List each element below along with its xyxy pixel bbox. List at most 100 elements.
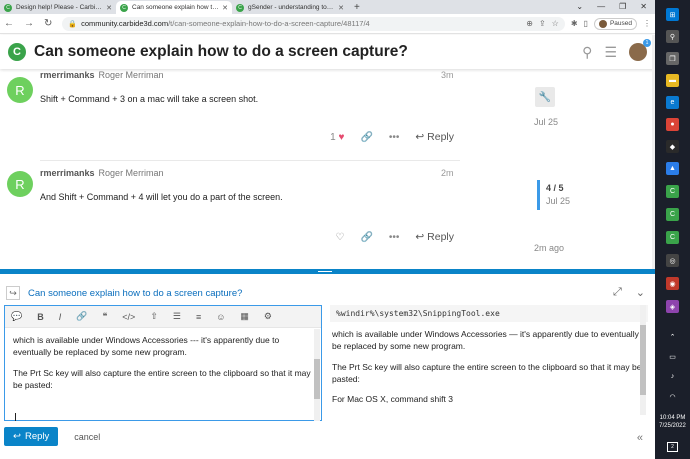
zoom-icon[interactable]: ⊕ [526, 19, 533, 28]
minimize-icon[interactable]: — [597, 2, 605, 11]
browser-tab-gsender[interactable]: C gSender - understanding tool m ✕ [232, 1, 348, 14]
notification-center-icon[interactable]: 2 [667, 442, 678, 452]
calendar-icon[interactable]: ▦ [240, 311, 249, 322]
scrollbar-thumb[interactable] [314, 359, 320, 399]
scrollbar-thumb[interactable] [640, 325, 646, 395]
link-icon[interactable]: 🔗 [360, 232, 372, 243]
forward-arrow-icon[interactable]: → [24, 18, 34, 29]
post-body: And Shift + Command + 4 will let you do … [40, 192, 283, 202]
taskbar-clock[interactable]: 10:04 PM 7/25/2022 [657, 414, 688, 431]
browser-tab-screen-capture[interactable]: C Can someone explain how to do ✕ [116, 1, 232, 14]
task-view-icon[interactable]: ❐ [666, 52, 679, 65]
bookmark-star-icon[interactable]: ☆ [552, 19, 559, 28]
timeline-end[interactable]: 2m ago [534, 243, 564, 253]
reload-icon[interactable]: ↻ [44, 18, 52, 29]
user-avatar[interactable]: 1 [629, 39, 651, 61]
carbide-icon[interactable]: C [666, 208, 679, 221]
wifi-icon[interactable]: ◠ [666, 390, 679, 403]
cancel-button[interactable]: cancel [74, 432, 100, 442]
preview-scrollbar[interactable] [640, 305, 646, 415]
app-icon[interactable]: ◈ [666, 300, 679, 313]
more-icon[interactable]: ••• [389, 132, 400, 143]
side-panel-icon[interactable]: ▯ [584, 19, 588, 28]
app-icon[interactable]: ◎ [666, 254, 679, 267]
numbered-list-icon[interactable]: ≡ [196, 312, 201, 322]
more-icon[interactable]: ••• [389, 232, 400, 243]
heart-icon[interactable]: ♡ [335, 232, 344, 243]
code-icon[interactable]: </> [122, 312, 135, 322]
like-count: 1 [330, 131, 336, 143]
app-icon[interactable]: ◆ [666, 140, 679, 153]
app-icon[interactable]: ▲ [666, 162, 679, 175]
avatar[interactable]: R [7, 77, 33, 103]
close-icon[interactable]: ✕ [338, 4, 344, 12]
quote-icon[interactable]: ❝ [102, 311, 107, 322]
editor-textarea[interactable]: which is available under Windows Accesso… [5, 328, 321, 405]
post-3: R rmerrimanks Roger Merriman 3m Shift + C… [0, 69, 460, 159]
hide-preview-icon[interactable]: « [637, 432, 643, 444]
like-button[interactable]: 1 ♥ [330, 132, 344, 143]
italic-icon[interactable]: I [59, 312, 62, 322]
tab-label: Can someone explain how to do [132, 4, 220, 11]
browser-tab-strip: C Design help! Please - Carbide 3D ✕ C C… [0, 0, 655, 14]
chrome-icon[interactable]: ● [666, 118, 679, 131]
reply-label: Reply [427, 131, 454, 143]
hamburger-menu-icon[interactable]: ☰ [604, 44, 617, 61]
reply-label: Reply [427, 231, 454, 243]
windows-start-icon[interactable]: ⊞ [666, 8, 679, 21]
editor-scrollbar[interactable] [314, 329, 320, 421]
back-arrow-icon[interactable]: ← [4, 18, 14, 29]
composer-topic-link[interactable]: Can someone explain how to do a screen c… [28, 288, 242, 299]
share-icon[interactable]: ⇪ [539, 19, 546, 28]
lock-icon[interactable]: 🔒 [68, 20, 77, 28]
bold-icon[interactable]: B [37, 312, 44, 322]
gear-icon[interactable]: ⚙ [264, 311, 272, 322]
timeline-position: 4 / 5 [546, 183, 564, 193]
carbide-logo-icon[interactable]: C [8, 43, 26, 61]
chevron-up-icon[interactable]: ⌃ [666, 330, 679, 343]
file-explorer-icon[interactable]: ▬ [666, 74, 679, 87]
username[interactable]: rmerrimanks [40, 168, 95, 178]
chevron-down-icon[interactable]: ⌄ [636, 286, 645, 299]
timeline-scroller[interactable] [537, 180, 540, 210]
search-icon[interactable]: ⚲ [582, 44, 592, 61]
reply-arrow-icon[interactable]: ↪ [6, 286, 20, 300]
url-field[interactable]: 🔒 community.carbide3d.com /t/can-someone… [62, 16, 565, 31]
bullet-list-icon[interactable]: ☰ [173, 311, 181, 322]
app-icon[interactable]: ◉ [666, 277, 679, 290]
extensions-icon[interactable]: ✱ [571, 19, 578, 28]
submit-reply-button[interactable]: ↩ Reply [4, 427, 59, 446]
reply-button[interactable]: ↩ Reply [415, 231, 454, 243]
network-icon[interactable]: ▭ [666, 350, 679, 363]
post-time[interactable]: 2m [441, 168, 454, 178]
timeline-start-date[interactable]: Jul 25 [534, 117, 558, 127]
restore-icon[interactable]: ❐ [619, 2, 626, 11]
emoji-icon[interactable]: ☺ [216, 312, 225, 322]
volume-icon[interactable]: ♪ [666, 370, 679, 383]
username[interactable]: rmerrimanks [40, 70, 95, 80]
browser-tab-design-help[interactable]: C Design help! Please - Carbide 3D ✕ [0, 1, 116, 14]
link-icon[interactable]: 🔗 [360, 132, 372, 143]
carbide-icon[interactable]: C [666, 185, 679, 198]
new-tab-button[interactable]: + [354, 2, 360, 13]
close-window-icon[interactable]: ✕ [640, 2, 647, 11]
link-icon[interactable]: 🔗 [76, 311, 87, 322]
timeline-position-date: Jul 25 [546, 196, 571, 206]
chevron-down-icon[interactable]: ⌄ [576, 2, 583, 11]
profile-button[interactable]: Paused [593, 17, 637, 30]
avatar[interactable]: R [7, 171, 33, 197]
carbide-icon[interactable]: C [666, 231, 679, 244]
upload-icon[interactable]: ⇧ [150, 311, 158, 322]
fullscreen-icon[interactable]: ⤢ [613, 286, 622, 299]
editor-toolbar: 💬 B I 🔗 ❝ </> ⇧ ☰ ≡ ☺ ▦ ⚙ [5, 306, 321, 328]
edge-icon[interactable]: e [666, 96, 679, 109]
close-icon[interactable]: ✕ [222, 4, 228, 12]
page-title[interactable]: Can someone explain how to do a screen c… [34, 43, 408, 61]
search-icon[interactable]: ⚲ [666, 30, 679, 43]
close-icon[interactable]: ✕ [106, 4, 112, 12]
chat-bubble-icon[interactable]: 💬 [11, 311, 22, 322]
reply-button[interactable]: ↩ Reply [415, 131, 454, 143]
post-time[interactable]: 3m [441, 70, 454, 80]
wrench-icon[interactable]: 🔧 [535, 87, 555, 107]
browser-menu-icon[interactable]: ⋮ [643, 19, 651, 28]
